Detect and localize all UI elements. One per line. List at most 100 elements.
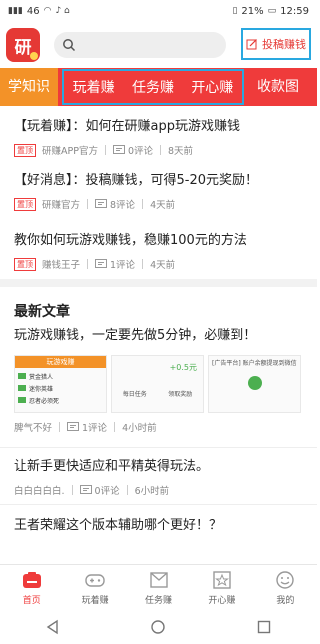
nav-task-earn[interactable]: 任务赚 (127, 565, 190, 610)
thumb-amount: +0.5元 (169, 363, 197, 372)
divider (160, 145, 162, 155)
divider (87, 259, 89, 269)
list-item[interactable]: 【玩着赚】：如何在研赚app玩游戏赚钱 置顶 研赚APP官方 0评论 8天前 (0, 106, 317, 159)
search-input[interactable] (82, 38, 212, 52)
article-title: 玩游戏赚钱，一定要先做5分钟，必赚到！ (14, 328, 257, 343)
divider (87, 199, 89, 209)
app-header: 研 投稿赚钱 (0, 22, 317, 68)
home-circle-icon[interactable] (150, 619, 166, 635)
article-title: 【玩着赚】：如何在研赚app玩游戏赚钱 (14, 119, 240, 134)
nav-happy-earn[interactable]: 开心赚 (190, 565, 253, 610)
gamepad-icon (85, 573, 105, 587)
app-logo[interactable]: 研 (6, 28, 40, 62)
divider (104, 145, 106, 155)
divider (142, 199, 144, 209)
article-title: 让新手更快适应和平精英得玩法。 (14, 459, 210, 474)
star-icon (213, 570, 231, 589)
logo-dot (30, 52, 38, 60)
post-time: 6小时前 (134, 486, 170, 497)
back-icon[interactable] (45, 619, 61, 635)
thumbnail: 玩游戏赚 赏金猎人 迷你英雄 忍者必须死 (14, 355, 107, 413)
thumb-header: [广告平台] 账户余额提现到微信 (212, 360, 297, 367)
search-icon (63, 39, 76, 52)
post-time: 8天前 (168, 146, 194, 157)
clock: 12:59 (280, 5, 309, 17)
status-bar: ▮▮▮ 46 ◠ ♪ ⌂ ▯ 21% ▭ 12:59 (0, 0, 317, 22)
divider (142, 259, 144, 269)
recents-icon[interactable] (256, 619, 272, 635)
article-thumbnails: 玩游戏赚 赏金猎人 迷你英雄 忍者必须死 +0.5元 每日任务 领取奖励 [广告… (14, 355, 303, 413)
nav-label: 任务赚 (145, 595, 173, 606)
divider (126, 485, 128, 495)
nav-label: 玩着赚 (81, 595, 109, 606)
thumbnail: [广告平台] 账户余额提现到微信 (208, 355, 301, 413)
article-title: 王者荣耀这个版本辅助哪个更好！？ (14, 518, 223, 533)
comment-icon (79, 484, 92, 494)
post-time: 4天前 (150, 260, 176, 271)
thumb-label: 领取奖励 (168, 391, 193, 398)
comment-icon (95, 258, 108, 268)
nav-home[interactable]: 首页 (0, 565, 63, 610)
pinned-badge: 置顶 (14, 143, 36, 157)
pinned-badge: 置顶 (14, 197, 36, 211)
post-time: 4天前 (150, 200, 176, 211)
article-title: 【好消息】：投稿赚钱，可得5-20元奖励！ (14, 173, 259, 188)
comment-count: 1评论 (110, 260, 136, 271)
edit-icon (246, 39, 257, 50)
comment-icon (95, 198, 108, 208)
article-title: 教你如何玩游戏赚钱，稳赚100元的方法 (14, 233, 247, 248)
article-author: 赚钱王子 (42, 260, 81, 271)
system-navigation-bar (0, 610, 317, 644)
notification-icons: ♪ ⌂ (55, 6, 70, 16)
article-author: 研赚APP官方 (42, 146, 98, 157)
signal-icon: ▮▮▮ (8, 6, 23, 16)
latest-section-header: 最新文章 (0, 287, 317, 327)
tab-play-earn[interactable]: 玩着赚 (73, 77, 115, 97)
comment-icon (112, 144, 125, 154)
logo-glyph: 研 (14, 37, 32, 58)
submit-article-button[interactable]: 投稿赚钱 (241, 28, 311, 60)
thumb-row: 迷你英雄 (18, 384, 103, 396)
list-item[interactable]: 王者荣耀这个版本辅助哪个更好！？ (0, 505, 317, 535)
tab-task-earn[interactable]: 任务赚 (132, 77, 174, 97)
section-title: 最新文章 (14, 304, 70, 320)
comment-icon (67, 421, 80, 431)
nav-play-earn[interactable]: 玩着赚 (63, 565, 126, 610)
thumbnail: +0.5元 每日任务 领取奖励 (111, 355, 204, 413)
divider (114, 422, 116, 432)
highlighted-tab-group: 玩着赚 任务赚 开心赚 (62, 69, 244, 105)
thumb-row: 赏金猎人 (18, 372, 103, 384)
vibrate-icon: ▯ (232, 6, 238, 16)
bottom-navigation: 首页 玩着赚 任务赚 开心赚 我的 (0, 564, 317, 610)
list-item[interactable]: 玩游戏赚钱，一定要先做5分钟，必赚到！ 玩游戏赚 赏金猎人 迷你英雄 忍者必须死… (0, 327, 317, 447)
comment-count: 8评论 (110, 200, 136, 211)
divider (59, 422, 61, 432)
post-time: 4小时前 (122, 423, 157, 434)
list-item[interactable]: 教你如何玩游戏赚钱，稳赚100元的方法 置顶 赚钱王子 1评论 4天前 (0, 219, 317, 279)
battery-icon: ▭ (267, 6, 277, 16)
nav-label: 首页 (22, 595, 41, 606)
envelope-icon (149, 571, 168, 588)
list-item[interactable]: 【好消息】：投稿赚钱，可得5-20元奖励！ 置顶 研赚官方 8评论 4天前 (0, 159, 317, 219)
home-icon (22, 571, 41, 588)
pinned-badge: 置顶 (14, 257, 36, 271)
list-item[interactable]: 让新手更快适应和平精英得玩法。 白白白白白. 0评论 6小时前 (0, 448, 317, 504)
submit-label: 投稿赚钱 (262, 38, 306, 51)
search-bar[interactable] (54, 32, 226, 58)
network-type: 46 (26, 5, 40, 17)
nav-profile[interactable]: 我的 (254, 565, 317, 610)
thumb-row: 忍者必须死 (18, 396, 103, 408)
article-author: 白白白白白. (14, 486, 65, 497)
article-author: 研赚官方 (42, 200, 81, 211)
nav-label: 开心赚 (208, 595, 236, 606)
comment-count: 0评论 (127, 146, 154, 157)
thumb-header: 玩游戏赚 (15, 356, 106, 368)
tab-learn[interactable]: 学知识 (0, 68, 58, 106)
tab-happy-earn[interactable]: 开心赚 (191, 77, 233, 97)
battery-level: 21% (241, 5, 264, 17)
wechat-icon (247, 376, 262, 390)
section-gap (0, 279, 317, 287)
article-feed: 【玩着赚】：如何在研赚app玩游戏赚钱 置顶 研赚APP官方 0评论 8天前 【… (0, 106, 317, 535)
tab-payment-proof[interactable]: 收款图 (257, 68, 299, 106)
article-author: 脾气不好 (14, 423, 53, 434)
